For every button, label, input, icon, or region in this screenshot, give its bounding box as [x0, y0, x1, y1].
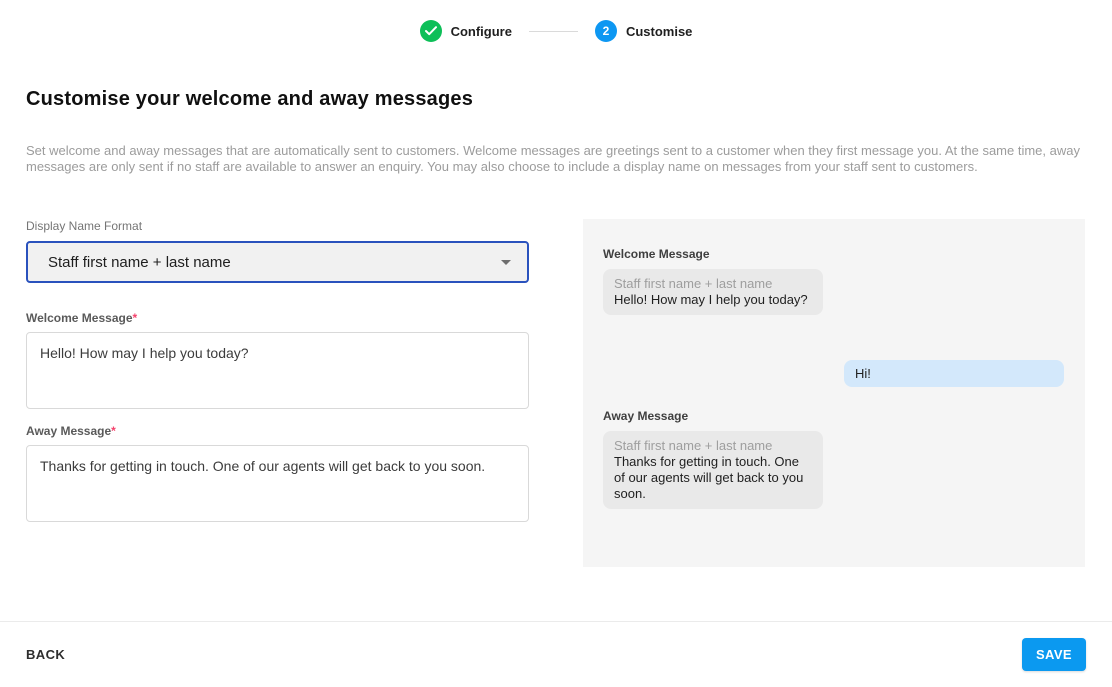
step-customise[interactable]: 2 Customise — [595, 20, 692, 42]
caret-down-icon — [501, 260, 511, 265]
preview-welcome-label: Welcome Message — [603, 247, 1065, 261]
welcome-message-bubble: Staff first name + last name Hello! How … — [603, 269, 823, 315]
welcome-message-input[interactable]: Hello! How may I help you today? — [26, 332, 529, 409]
bubble-sender-name: Staff first name + last name — [614, 438, 812, 454]
message-settings-form: Display Name Format Staff first name + l… — [26, 219, 529, 522]
back-button[interactable]: BACK — [12, 639, 79, 670]
preview-away-label: Away Message — [603, 409, 1065, 423]
required-asterisk: * — [133, 311, 138, 325]
step-configure-label: Configure — [451, 24, 512, 39]
away-message-bubble: Staff first name + last name Thanks for … — [603, 431, 823, 509]
wizard-footer: BACK SAVE — [0, 621, 1112, 687]
page-description: Set welcome and away messages that are a… — [26, 143, 1086, 175]
wizard-stepper: Configure 2 Customise — [0, 0, 1112, 42]
check-icon — [420, 20, 442, 42]
stepper-connector-line — [529, 31, 578, 32]
bubble-sender-name: Staff first name + last name — [614, 276, 812, 292]
away-message-input[interactable]: Thanks for getting in touch. One of our … — [26, 445, 529, 522]
save-button[interactable]: SAVE — [1022, 638, 1086, 671]
main-content: Customise your welcome and away messages… — [0, 88, 1112, 567]
bubble-message-text: Thanks for getting in touch. One of our … — [614, 454, 812, 502]
bubble-message-text: Hello! How may I help you today? — [614, 292, 812, 308]
customer-reply-bubble: Hi! — [844, 360, 1064, 387]
step-configure[interactable]: Configure — [420, 20, 512, 42]
step-customise-label: Customise — [626, 24, 692, 39]
display-name-format-value: Staff first name + last name — [48, 254, 231, 271]
away-message-label: Away Message* — [26, 424, 529, 438]
required-asterisk: * — [111, 424, 116, 438]
step-number-badge: 2 — [595, 20, 617, 42]
display-name-format-label: Display Name Format — [26, 219, 529, 233]
display-name-format-select[interactable]: Staff first name + last name — [26, 241, 529, 283]
chat-preview-panel: Welcome Message Staff first name + last … — [583, 219, 1085, 567]
page-title: Customise your welcome and away messages — [26, 88, 1086, 111]
welcome-message-label: Welcome Message* — [26, 311, 529, 325]
